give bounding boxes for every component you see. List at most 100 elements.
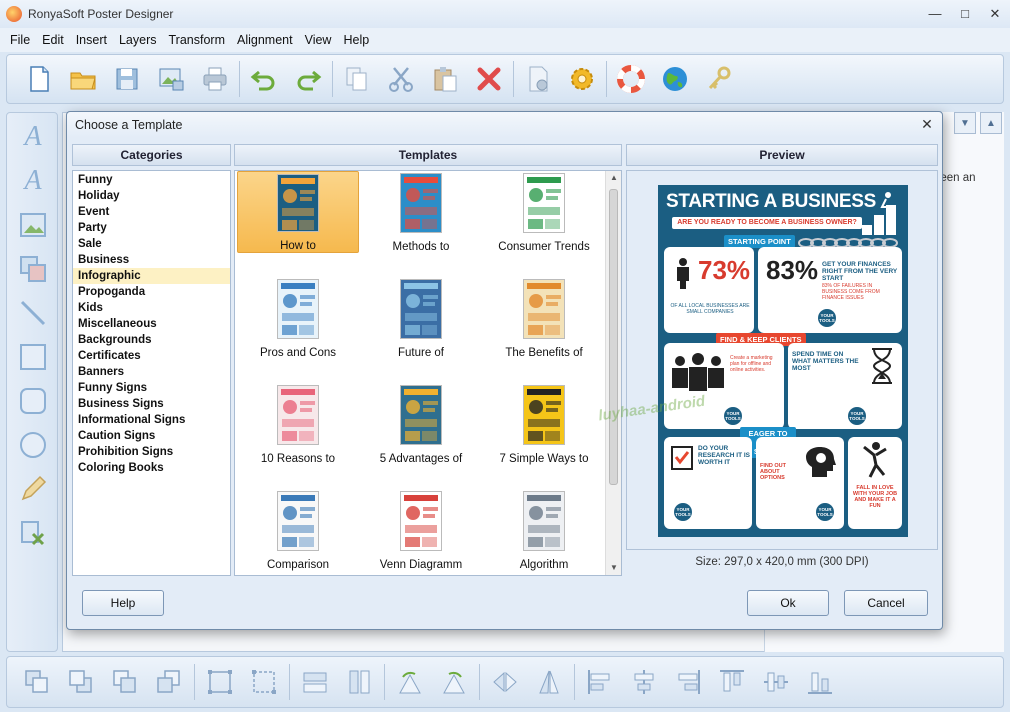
scroll-down-arrow[interactable]: ▼ (606, 561, 621, 575)
rounded-rectangle-tool[interactable] (17, 385, 49, 417)
category-item[interactable]: Kids (73, 300, 230, 316)
template-label: Future of (397, 347, 445, 359)
template-item[interactable]: How to (237, 171, 359, 253)
copy-button[interactable] (335, 59, 379, 99)
settings-button[interactable] (560, 59, 604, 99)
category-item[interactable]: Informational Signs (73, 412, 230, 428)
data-merge-tool[interactable] (17, 517, 49, 549)
menu-transform[interactable]: Transform (163, 33, 232, 47)
minimize-button[interactable]: — (928, 6, 942, 22)
cancel-button[interactable]: Cancel (844, 590, 928, 616)
new-button[interactable] (17, 59, 61, 99)
align-right-button[interactable] (666, 662, 710, 702)
delete-button[interactable] (467, 59, 511, 99)
template-item[interactable]: Venn Diagramm (360, 489, 482, 571)
line-tool[interactable] (17, 297, 49, 329)
menu-view[interactable]: View (299, 33, 338, 47)
category-item[interactable]: Infographic (73, 268, 230, 284)
template-item[interactable]: The Benefits of (483, 277, 605, 359)
category-item[interactable]: Coloring Books (73, 460, 230, 476)
menu-insert[interactable]: Insert (70, 33, 113, 47)
templates-scrollbar[interactable]: ▲ ▼ (605, 171, 621, 575)
align-center-button[interactable] (622, 662, 666, 702)
save-button[interactable] (105, 59, 149, 99)
category-item[interactable]: Party (73, 220, 230, 236)
send-backward-button[interactable] (147, 662, 191, 702)
menu-help[interactable]: Help (337, 33, 375, 47)
scroll-up-arrow[interactable]: ▲ (606, 171, 621, 185)
category-item[interactable]: Business (73, 252, 230, 268)
maximize-button[interactable]: □ (958, 6, 972, 22)
template-item[interactable]: Consumer Trends (483, 171, 605, 253)
export-image-button[interactable] (149, 59, 193, 99)
flip-vertical-button[interactable] (527, 662, 571, 702)
template-item[interactable]: Algorithm (483, 489, 605, 571)
template-item[interactable]: Pros and Cons (237, 277, 359, 359)
ellipse-tool[interactable] (17, 429, 49, 461)
same-width-button[interactable] (293, 662, 337, 702)
category-item[interactable]: Backgrounds (73, 332, 230, 348)
category-item[interactable]: Caution Signs (73, 428, 230, 444)
rotate-right-button[interactable] (432, 662, 476, 702)
template-item[interactable]: Future of (360, 277, 482, 359)
group-button[interactable] (198, 662, 242, 702)
menu-layers[interactable]: Layers (113, 33, 163, 47)
template-item[interactable]: 10 Reasons to (237, 383, 359, 465)
ok-button[interactable]: Ok (747, 590, 829, 616)
category-item[interactable]: Prohibition Signs (73, 444, 230, 460)
menu-alignment[interactable]: Alignment (231, 33, 299, 47)
align-bottom-button[interactable] (798, 662, 842, 702)
bring-to-front-button[interactable] (15, 662, 59, 702)
dialog-close-button[interactable]: ✕ (918, 115, 936, 133)
menu-edit[interactable]: Edit (36, 33, 70, 47)
align-left-button[interactable] (578, 662, 622, 702)
category-item[interactable]: Business Signs (73, 396, 230, 412)
cut-button[interactable] (379, 59, 423, 99)
align-middle-button[interactable] (754, 662, 798, 702)
ungroup-button[interactable] (242, 662, 286, 702)
close-button[interactable]: ✕ (988, 6, 1002, 22)
print-button[interactable] (193, 59, 237, 99)
help-toolbar-button[interactable] (609, 59, 653, 99)
open-button[interactable] (61, 59, 105, 99)
category-item[interactable]: Event (73, 204, 230, 220)
paste-button[interactable] (423, 59, 467, 99)
art-text-tool[interactable]: A (17, 165, 49, 197)
category-item[interactable]: Banners (73, 364, 230, 380)
template-item[interactable]: 7 Simple Ways to (483, 383, 605, 465)
register-button[interactable] (697, 59, 741, 99)
undo-button[interactable] (242, 59, 286, 99)
clipart-tool[interactable] (17, 253, 49, 285)
category-item[interactable]: Certificates (73, 348, 230, 364)
text-tool[interactable]: A (17, 121, 49, 153)
template-item[interactable]: Methods to (360, 171, 482, 253)
category-item[interactable]: Sale (73, 236, 230, 252)
bring-forward-button[interactable] (103, 662, 147, 702)
category-item[interactable]: Funny (73, 172, 230, 188)
image-tool[interactable] (17, 209, 49, 241)
template-item[interactable]: 5 Advantages of (360, 383, 482, 465)
pencil-tool[interactable] (17, 473, 49, 505)
menu-file[interactable]: File (4, 33, 36, 47)
category-item[interactable]: Funny Signs (73, 380, 230, 396)
category-item[interactable]: Miscellaneous (73, 316, 230, 332)
scroll-down-button[interactable]: ▼ (954, 112, 976, 134)
send-to-back-button[interactable] (59, 662, 103, 702)
web-button[interactable] (653, 59, 697, 99)
template-item[interactable]: Comparison (237, 489, 359, 571)
scrollbar-thumb[interactable] (609, 189, 618, 485)
align-top-button[interactable] (710, 662, 754, 702)
help-button[interactable]: Help (82, 590, 164, 616)
category-item[interactable]: Propoganda (73, 284, 230, 300)
templates-grid[interactable]: How to Methods to Consumer Trends Pros and … (234, 170, 622, 576)
scroll-up-button[interactable]: ▲ (980, 112, 1002, 134)
rectangle-tool[interactable] (17, 341, 49, 373)
rotate-left-button[interactable] (388, 662, 432, 702)
same-height-button[interactable] (337, 662, 381, 702)
page-settings-button[interactable] (516, 59, 560, 99)
preview-header: Preview (626, 144, 938, 166)
redo-button[interactable] (286, 59, 330, 99)
categories-list[interactable]: Funny Holiday Event Party Sale Business Infogr… (72, 170, 231, 576)
flip-horizontal-button[interactable] (483, 662, 527, 702)
category-item[interactable]: Holiday (73, 188, 230, 204)
